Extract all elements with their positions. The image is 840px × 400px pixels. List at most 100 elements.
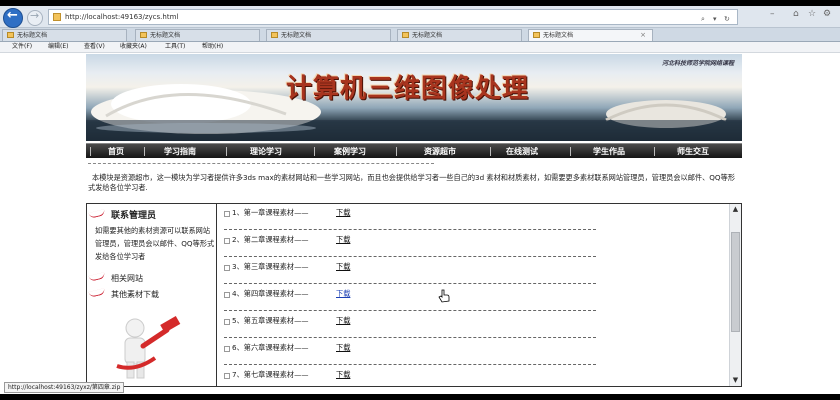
divider — [88, 163, 434, 164]
tab-label: 无标题文档 — [543, 32, 574, 39]
sidebar-link-label: 其他素材下载 — [111, 290, 159, 299]
nav-separator — [396, 147, 397, 156]
tab-label: 无标题文档 — [17, 32, 48, 39]
bullet-icon — [224, 373, 230, 379]
red-swoosh-icon — [88, 288, 106, 298]
bullet-icon — [224, 265, 230, 271]
minimize-icon[interactable]: – — [770, 9, 775, 19]
resource-title: 1、第一章课程素材—— — [232, 208, 309, 217]
nav-separator — [226, 147, 227, 156]
download-link[interactable]: 下载 — [336, 208, 350, 218]
list-item: 4、第四章课程素材—— 下载 — [224, 285, 596, 311]
contact-description: 如需要其他的素材资源可以联系网站管理员，管理员会以邮件、QQ等形式发给各位学习者 — [95, 226, 215, 261]
vertical-scrollbar[interactable]: ▲ ▼ — [729, 204, 741, 386]
tab-label: 无标题文档 — [281, 32, 312, 39]
star-icon[interactable]: ☆ — [808, 9, 816, 19]
tab-label: 无标题文档 — [412, 32, 443, 39]
bullet-icon — [224, 238, 230, 244]
page-icon — [271, 32, 278, 38]
back-arrow-icon[interactable] — [3, 8, 23, 28]
resource-list: 1、第一章课程素材—— 下载 2、第二章课程素材—— 下载 3、第三章课程素材—… — [218, 204, 732, 386]
download-link-hovered[interactable]: 下载 — [336, 289, 350, 299]
browser-tab[interactable]: 无标题文档 — [266, 29, 391, 41]
nav-separator — [144, 147, 145, 156]
bullet-icon — [224, 346, 230, 352]
scroll-down-icon[interactable]: ▼ — [730, 375, 741, 386]
browser-tab[interactable]: 无标题文档 — [135, 29, 260, 41]
scroll-thumb[interactable] — [731, 232, 740, 332]
page-icon — [140, 32, 147, 38]
search-icon[interactable]: ⌕ — [701, 12, 705, 26]
nav-separator — [314, 147, 315, 156]
nav-separator — [654, 147, 655, 156]
address-bar-row: http://localhost:49163/zycs.html ⌕ ▾ ↻ –… — [0, 6, 840, 28]
dropdown-arrow-icon[interactable]: ▾ — [713, 12, 717, 26]
web-page: 河北科技师范学院网络课程 计算机三维图像处理 首页 学习指南 理论学习 案例学习… — [0, 53, 840, 387]
browser-tab-active[interactable]: 无标题文档 × — [528, 29, 653, 41]
bullet-icon — [224, 319, 230, 325]
tab-strip: 无标题文档 无标题文档 无标题文档 无标题文档 无标题文档 × — [0, 28, 840, 42]
resource-title: 4、第四章课程素材—— — [232, 289, 309, 298]
menu-view[interactable]: 查看(V) — [84, 42, 105, 52]
nav-home[interactable]: 首页 — [96, 144, 136, 159]
close-tab-icon[interactable]: × — [640, 30, 646, 41]
page-icon — [7, 32, 14, 38]
list-item: 5、第五章课程素材—— 下载 — [224, 312, 596, 338]
resource-title: 3、第三章课程素材—— — [232, 262, 309, 271]
home-icon[interactable]: ⌂ — [793, 9, 799, 19]
nav-separator — [490, 147, 491, 156]
page-icon — [402, 32, 409, 38]
resource-title: 5、第五章课程素材—— — [232, 316, 309, 325]
resource-title: 7、第七章课程素材—— — [232, 370, 309, 379]
gear-icon[interactable]: ⚙ — [823, 9, 831, 19]
download-link[interactable]: 下载 — [336, 262, 350, 272]
menu-favorites[interactable]: 收藏夹(A) — [120, 42, 147, 52]
url-input[interactable]: http://localhost:49163/zycs.html ⌕ ▾ ↻ — [48, 9, 738, 25]
list-item: 1、第一章课程素材—— 下载 — [224, 204, 596, 230]
status-bar-url: http://localhost:49163/zyxz/第四章.zip — [4, 382, 125, 393]
nav-separator — [570, 147, 571, 156]
forward-arrow-icon[interactable] — [27, 9, 43, 26]
nav-resources[interactable]: 资源超市 — [408, 144, 472, 159]
sidebar-link-related-sites[interactable]: 相关网站 — [88, 272, 143, 284]
bullet-icon — [224, 211, 230, 217]
menu-tools[interactable]: 工具(T) — [165, 42, 185, 52]
banner-tagline: 河北科技师范学院网络课程 — [661, 60, 734, 67]
download-link[interactable]: 下载 — [336, 235, 350, 245]
page-icon — [53, 13, 61, 21]
site-banner: 河北科技师范学院网络课程 计算机三维图像处理 — [86, 54, 742, 141]
page-icon — [533, 32, 540, 38]
sidebar-link-label: 相关网站 — [111, 274, 143, 283]
download-link[interactable]: 下载 — [336, 316, 350, 326]
figure-with-hammer-image — [116, 316, 181, 379]
red-swoosh-icon — [88, 209, 106, 219]
nav-student-works[interactable]: 学生作品 — [578, 144, 640, 159]
download-link[interactable]: 下载 — [336, 343, 350, 353]
browser-tab[interactable]: 无标题文档 — [2, 29, 127, 41]
nav-guide[interactable]: 学习指南 — [152, 144, 208, 159]
nav-theory[interactable]: 理论学习 — [236, 144, 296, 159]
download-link[interactable]: 下载 — [336, 370, 350, 380]
main-nav: 首页 学习指南 理论学习 案例学习 资源超市 在线测试 学生作品 师生交互 — [86, 143, 742, 158]
list-item: 7、第七章课程素材—— 下载 — [224, 366, 596, 386]
refresh-icon[interactable]: ↻ — [724, 12, 730, 26]
menu-file[interactable]: 文件(F) — [12, 42, 32, 52]
scroll-up-icon[interactable]: ▲ — [730, 204, 741, 215]
menu-bar: 文件(F) 编辑(E) 查看(V) 收藏夹(A) 工具(T) 帮助(H) — [0, 42, 840, 53]
sidebar-link-other-downloads[interactable]: 其他素材下载 — [88, 288, 159, 300]
nav-separator — [90, 147, 91, 156]
content-frame: 联系管理员 如需要其他的素材资源可以联系网站管理员，管理员会以邮件、QQ等形式发… — [86, 203, 742, 387]
hand-cursor-icon — [438, 289, 450, 303]
browser-tab[interactable]: 无标题文档 — [397, 29, 522, 41]
nav-cases[interactable]: 案例学习 — [320, 144, 380, 159]
contact-admin-heading: 联系管理员 — [88, 208, 156, 221]
nav-interaction[interactable]: 师生交互 — [662, 144, 724, 159]
bullet-icon — [224, 292, 230, 298]
nav-online-test[interactable]: 在线测试 — [492, 144, 552, 159]
menu-help[interactable]: 帮助(H) — [202, 42, 223, 52]
sidebar: 联系管理员 如需要其他的素材资源可以联系网站管理员，管理员会以邮件、QQ等形式发… — [87, 204, 217, 386]
tab-label: 无标题文档 — [150, 32, 181, 39]
intro-paragraph: 本模块是资源超市，这一模块为学习者提供许多3ds max的素材网站和一些学习网站… — [88, 173, 735, 192]
browser-window: http://localhost:49163/zycs.html ⌕ ▾ ↻ –… — [0, 6, 840, 394]
menu-edit[interactable]: 编辑(E) — [48, 42, 68, 52]
